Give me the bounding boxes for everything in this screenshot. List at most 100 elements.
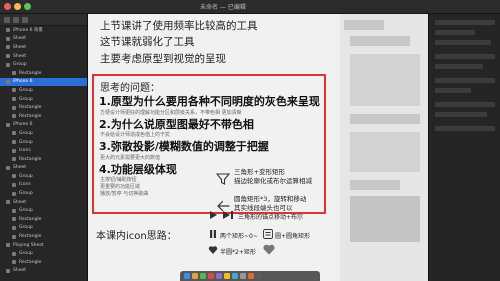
layer-item[interactable]: iPhone 6	[0, 77, 87, 87]
trash-icon[interactable]	[256, 273, 262, 279]
layer-type-icon	[12, 174, 16, 179]
layer-item[interactable]: Rectangle	[0, 215, 87, 224]
layer-item[interactable]: Group	[0, 60, 87, 69]
inspector-row[interactable]	[435, 88, 471, 93]
layer-type-icon	[12, 97, 16, 102]
app-icon[interactable]	[248, 273, 254, 279]
layer-type-icon	[6, 36, 10, 41]
layer-item[interactable]: Rectangle	[0, 258, 87, 267]
layer-type-icon	[6, 28, 10, 33]
layer-type-icon	[6, 45, 10, 50]
pages-icon[interactable]	[4, 17, 10, 23]
layer-item[interactable]: Rectangle	[0, 69, 87, 78]
layer-item[interactable]: Rectangle	[0, 232, 87, 241]
layer-type-icon	[12, 208, 16, 213]
wireframe-bar	[344, 20, 384, 30]
pause-icon	[210, 230, 216, 238]
app-icon[interactable]	[216, 273, 222, 279]
layer-type-icon	[6, 79, 10, 84]
inspector-row[interactable]	[435, 102, 495, 107]
next-icon	[223, 211, 233, 219]
layer-item[interactable]: Group	[0, 189, 87, 198]
layer-type-icon	[12, 148, 16, 153]
layer-label: Group	[19, 225, 33, 231]
layer-item[interactable]: Sheet	[0, 35, 87, 44]
layer-item[interactable]: Rectangle	[0, 103, 87, 112]
inspector-row[interactable]	[435, 40, 491, 45]
layer-item[interactable]: Group	[0, 86, 87, 95]
layer-item[interactable]: Icons	[0, 181, 87, 190]
layer-label: Rectangle	[19, 156, 42, 162]
layer-item[interactable]: Sheet	[0, 43, 87, 52]
wireframe-bar	[350, 180, 400, 190]
layer-item[interactable]: Sheet	[0, 267, 87, 276]
minimize-window-button[interactable]	[14, 3, 21, 10]
layer-item[interactable]: Group	[0, 206, 87, 215]
layers-icon[interactable]	[13, 17, 19, 23]
zoom-window-button[interactable]	[24, 3, 31, 10]
app-icon[interactable]	[192, 273, 198, 279]
layer-item[interactable]: Group	[0, 249, 87, 258]
layer-item[interactable]: Rectangle	[0, 112, 87, 121]
layer-item[interactable]: Sheet	[0, 52, 87, 61]
inspector-row[interactable]	[435, 20, 495, 25]
layer-label: Sheet	[13, 44, 27, 50]
layer-label: Icons	[19, 148, 31, 154]
layer-item[interactable]: Sheet	[0, 198, 87, 207]
window-titlebar: 未命名 — 已编辑	[0, 0, 500, 14]
layer-label: Sheet	[13, 199, 27, 205]
wireframe-block	[350, 132, 420, 172]
design-canvas[interactable]: 上节课讲了使用频率比较高的工具 这节课就弱化了工具 主要考虑原型到视觉的呈现 思…	[88, 14, 428, 281]
layer-type-icon	[12, 114, 16, 119]
layer-label: Playing Sheet	[13, 242, 44, 248]
annotation-line: 三角形+变形矩形	[234, 168, 285, 176]
layer-item[interactable]: Rectangle	[0, 155, 87, 164]
layer-type-icon	[6, 122, 10, 127]
layer-type-icon	[12, 131, 16, 136]
question-4-note: 更重要的功能区域	[100, 184, 141, 190]
inspector-row[interactable]	[435, 78, 495, 83]
layer-item[interactable]: Playing Sheet	[0, 241, 87, 250]
layer-type-icon	[12, 71, 16, 76]
app-icon[interactable]	[232, 273, 238, 279]
components-icon[interactable]	[22, 17, 28, 23]
layers-sidebar: iPhone 6 背景 Sheet Sheet Sheet Group Rectangle…	[0, 14, 88, 281]
sketch-icon[interactable]	[224, 273, 230, 279]
list-icon	[263, 229, 273, 239]
layer-label: Sheet	[13, 165, 27, 171]
inspector-row[interactable]	[435, 30, 475, 35]
layer-item[interactable]: Sheet	[0, 164, 87, 173]
app-icon[interactable]	[208, 273, 214, 279]
layer-type-icon	[12, 182, 16, 187]
layer-item[interactable]: iPhone 6 背景	[0, 26, 87, 35]
wireframe-bar	[350, 114, 420, 124]
intro-line: 主要考虑原型到视觉的呈现	[100, 53, 226, 65]
layer-label: Group	[19, 208, 33, 214]
inspector-panel	[428, 14, 500, 281]
layer-item[interactable]: Group	[0, 95, 87, 104]
intro-line: 上节课讲了使用频率比较高的工具	[100, 20, 258, 32]
layer-type-icon	[12, 105, 16, 110]
app-icon[interactable]	[200, 273, 206, 279]
inspector-row[interactable]	[435, 112, 487, 117]
question-3-note: 更大的元素需要更大的数值	[100, 155, 161, 161]
layer-label: Group	[19, 191, 33, 197]
layer-item[interactable]: iPhone 6	[0, 121, 87, 130]
inspector-row[interactable]	[435, 126, 495, 131]
inspector-row[interactable]	[435, 54, 495, 59]
finder-icon[interactable]	[184, 273, 190, 279]
layer-label: Group	[13, 62, 27, 68]
layer-item[interactable]: Icons	[0, 146, 87, 155]
layer-item[interactable]: Group	[0, 172, 87, 181]
layer-item[interactable]: Group	[0, 129, 87, 138]
app-icon[interactable]	[240, 273, 246, 279]
question-4-note: 播放/暂停 与切换歌曲	[100, 191, 149, 197]
layer-item[interactable]: Group	[0, 224, 87, 233]
layer-type-icon	[12, 234, 16, 239]
layer-type-icon	[12, 140, 16, 145]
inspector-row[interactable]	[435, 64, 483, 69]
close-window-button[interactable]	[4, 3, 11, 10]
question-3: 3.弥散投影/模糊数值的调整于把握	[99, 140, 269, 153]
layer-item[interactable]: Group	[0, 138, 87, 147]
mac-dock	[180, 271, 320, 281]
